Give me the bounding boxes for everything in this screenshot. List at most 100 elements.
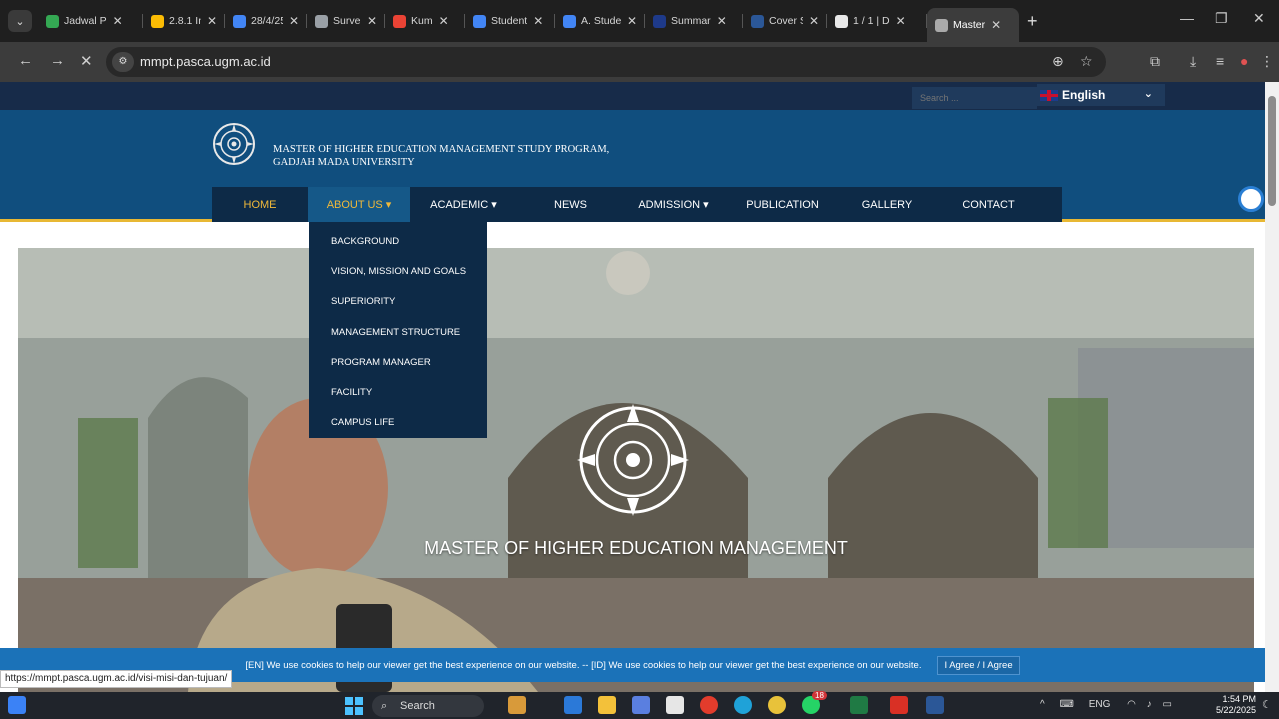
- dropdown-item[interactable]: FACILITY: [309, 377, 487, 407]
- restore-icon[interactable]: ❐: [1215, 10, 1228, 27]
- dropdown-item[interactable]: VISION, MISSION AND GOALS: [309, 256, 487, 286]
- browser-menu-icon[interactable]: ⋮: [1260, 53, 1274, 70]
- browser-tab[interactable]: 1 / 1 | D ✕: [827, 7, 927, 35]
- scrollbar-thumb[interactable]: [1268, 96, 1276, 206]
- tab-favicon-icon: [751, 14, 764, 28]
- dropdown-item[interactable]: BACKGROUND: [309, 226, 487, 256]
- windows-start-icon[interactable]: [345, 697, 363, 715]
- site-top-bar: English ⌄: [0, 82, 1265, 110]
- whatsapp-badge: 18: [812, 691, 827, 700]
- minimize-icon[interactable]: —: [1180, 10, 1194, 26]
- browser-tab[interactable]: 28/4/25 ✕: [225, 7, 307, 35]
- tab-close-icon[interactable]: ✕: [289, 14, 299, 28]
- dropdown-item[interactable]: SUPERIORITY: [309, 287, 487, 317]
- browser-tab[interactable]: Summar ✕: [645, 7, 743, 35]
- tab-title: Jadwal P: [64, 15, 107, 27]
- tab-close-icon[interactable]: ✕: [533, 14, 543, 28]
- file-explorer-icon[interactable]: [598, 696, 616, 714]
- tab-close-icon[interactable]: ✕: [991, 18, 1001, 32]
- volume-icon[interactable]: ♪: [1147, 699, 1152, 710]
- word-icon[interactable]: [926, 696, 944, 714]
- clock-time: 1:54 PM: [1222, 694, 1257, 704]
- browser-tab[interactable]: Student ✕: [465, 7, 555, 35]
- browser-tab[interactable]: Cover Se ✕: [743, 7, 827, 35]
- tab-close-icon[interactable]: ✕: [439, 14, 449, 28]
- browser-tab[interactable]: Master ✕: [927, 8, 1019, 42]
- stop-loading-icon[interactable]: ✕: [80, 52, 93, 70]
- profile-avatar-icon[interactable]: ●: [1240, 53, 1248, 69]
- tab-title: Master: [953, 19, 986, 31]
- notification-icon[interactable]: ☾: [1262, 698, 1272, 711]
- nav-item[interactable]: ACADEMIC ▾: [410, 187, 517, 222]
- excel-icon[interactable]: [850, 696, 868, 714]
- dropdown-item[interactable]: CAMPUS LIFE: [309, 408, 487, 438]
- bookmark-star-icon[interactable]: ☆: [1080, 53, 1093, 70]
- tab-close-icon[interactable]: ✕: [367, 14, 377, 28]
- taskview-icon[interactable]: [564, 696, 582, 714]
- nav-item[interactable]: NEWS: [517, 187, 624, 222]
- language-selector[interactable]: English ⌄: [1037, 84, 1165, 106]
- nav-item[interactable]: CONTACT: [932, 187, 1045, 222]
- browser-tab[interactable]: Kum ✕: [385, 7, 465, 35]
- tab-close-icon[interactable]: ✕: [896, 14, 906, 28]
- site-settings-icon[interactable]: ⚙: [112, 52, 134, 72]
- store-icon[interactable]: [666, 696, 684, 714]
- keyboard-icon[interactable]: ⌨: [1059, 699, 1073, 710]
- tab-close-icon[interactable]: ✕: [113, 14, 123, 28]
- input-language[interactable]: ENG: [1089, 699, 1111, 710]
- floating-share-icon[interactable]: [1238, 186, 1264, 212]
- chrome-icon[interactable]: [768, 696, 786, 714]
- opera-icon[interactable]: [700, 696, 718, 714]
- taskbar-app-icon[interactable]: [632, 696, 650, 714]
- battery-icon[interactable]: ▭: [1162, 699, 1171, 710]
- tab-search-chevron-icon[interactable]: ⌄: [8, 10, 32, 32]
- widgets-icon[interactable]: [8, 696, 26, 714]
- media-controls-icon[interactable]: ≡: [1216, 53, 1224, 69]
- taskbar-search-label: Search: [400, 700, 435, 712]
- nav-item[interactable]: GALLERY: [842, 187, 932, 222]
- browser-tab[interactable]: Jadwal P ✕: [38, 7, 143, 35]
- ugm-logo-icon[interactable]: [212, 122, 256, 166]
- nav-item[interactable]: HOME: [212, 187, 308, 222]
- chevron-up-icon[interactable]: ^: [1040, 699, 1045, 710]
- dropdown-item[interactable]: PROGRAM MANAGER: [309, 347, 487, 377]
- new-tab-plus-icon[interactable]: +: [1027, 11, 1038, 32]
- nav-item[interactable]: ABOUT US ▾: [308, 187, 410, 222]
- taskbar-app-icon[interactable]: [508, 696, 526, 714]
- cookie-agree-button[interactable]: I Agree / I Agree: [937, 655, 1020, 675]
- tab-title: Summar: [671, 15, 711, 27]
- extensions-icon[interactable]: ⧉: [1150, 53, 1160, 70]
- tab-close-icon[interactable]: ✕: [809, 14, 819, 28]
- whatsapp-icon[interactable]: 18: [802, 691, 827, 714]
- browser-tab[interactable]: 2.8.1 Inf ✕: [143, 7, 225, 35]
- edge-icon[interactable]: [734, 696, 752, 714]
- tab-list: Jadwal P ✕ 2.8.1 Inf ✕ 28/4/25 ✕ Survei K ✕ Kum ✕…: [38, 0, 1019, 42]
- tab-favicon-icon: [935, 18, 948, 32]
- system-clock[interactable]: 1:54 PM 5/22/2025: [1216, 694, 1256, 716]
- url-text: mmpt.pasca.ugm.ac.id: [140, 54, 271, 69]
- browser-tab[interactable]: A. Stude ✕: [555, 7, 645, 35]
- tab-close-icon[interactable]: ✕: [627, 14, 637, 28]
- hero-video[interactable]: MASTER OF HIGHER EDUCATION MANAGEMENT: [18, 248, 1254, 692]
- forward-arrow-icon[interactable]: →: [50, 52, 65, 69]
- link-status-url: https://mmpt.pasca.ugm.ac.id/visi-misi-d…: [0, 670, 233, 688]
- tab-close-icon[interactable]: ✕: [207, 14, 217, 28]
- acrobat-icon[interactable]: [890, 696, 908, 714]
- site-title[interactable]: MASTER OF HIGHER EDUCATION MANAGEMENT ST…: [273, 143, 609, 169]
- site-title-line2: GADJAH MADA UNIVERSITY: [273, 157, 415, 168]
- page-scrollbar[interactable]: [1265, 82, 1279, 692]
- address-bar[interactable]: ⚙ mmpt.pasca.ugm.ac.id: [106, 47, 1106, 77]
- dropdown-item[interactable]: MANAGEMENT STRUCTURE: [309, 317, 487, 347]
- back-arrow-icon[interactable]: ←: [18, 52, 33, 69]
- close-window-icon[interactable]: ✕: [1253, 10, 1265, 27]
- download-icon[interactable]: ⤓: [1190, 53, 1196, 70]
- wifi-icon[interactable]: ◠: [1127, 699, 1136, 710]
- site-search-input[interactable]: [912, 87, 1037, 109]
- tab-close-icon[interactable]: ✕: [717, 14, 727, 28]
- browser-tab[interactable]: Survei K ✕: [307, 7, 385, 35]
- zoom-icon[interactable]: ⊕: [1052, 53, 1064, 70]
- taskbar-search[interactable]: ⌕ Search: [372, 695, 484, 717]
- nav-item[interactable]: ADMISSION ▾: [624, 187, 723, 222]
- nav-item[interactable]: PUBLICATION: [723, 187, 842, 222]
- tab-favicon-icon: [473, 14, 486, 28]
